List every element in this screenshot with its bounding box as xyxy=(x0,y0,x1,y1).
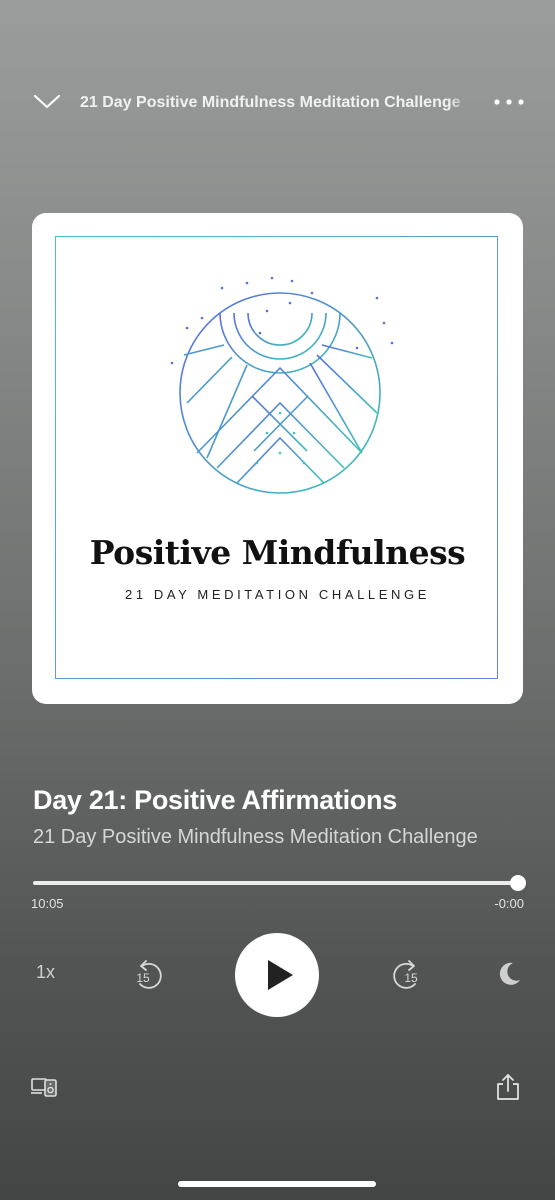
play-icon xyxy=(268,960,293,990)
artwork-subtitle: 21 DAY MEDITATION CHALLENGE xyxy=(124,587,430,602)
artwork-title: Positive Mindfulness xyxy=(89,533,466,572)
mountain-sun-logo-icon xyxy=(170,276,394,494)
chevron-down-icon[interactable] xyxy=(32,88,62,114)
header-title: 21 Day Positive Mindfulness Meditation C… xyxy=(80,94,461,111)
progress-knob[interactable] xyxy=(510,875,526,891)
playback-speed-button[interactable]: 1x xyxy=(36,962,55,983)
show-title[interactable]: 21 Day Positive Mindfulness Meditation C… xyxy=(33,826,478,849)
episode-title: Day 21: Positive Affirmations xyxy=(33,785,397,815)
progress-bar[interactable] xyxy=(33,881,518,885)
rewind-seconds: 15 xyxy=(136,971,150,985)
podcast-artwork: Positive Mindfulness 21 DAY MEDITATION C… xyxy=(32,213,523,704)
more-dots-icon[interactable] xyxy=(492,90,526,114)
devices-icon[interactable] xyxy=(30,1075,60,1101)
time-elapsed: 10:05 xyxy=(31,896,64,911)
share-icon[interactable] xyxy=(495,1073,521,1101)
forward-15-icon[interactable]: 15 xyxy=(387,958,425,992)
forward-seconds: 15 xyxy=(404,971,418,985)
play-button[interactable] xyxy=(235,933,319,1017)
home-indicator[interactable] xyxy=(178,1181,376,1187)
rewind-15-icon[interactable]: 15 xyxy=(130,958,168,992)
moon-icon[interactable] xyxy=(495,960,523,988)
time-remaining: -0:00 xyxy=(494,896,524,911)
